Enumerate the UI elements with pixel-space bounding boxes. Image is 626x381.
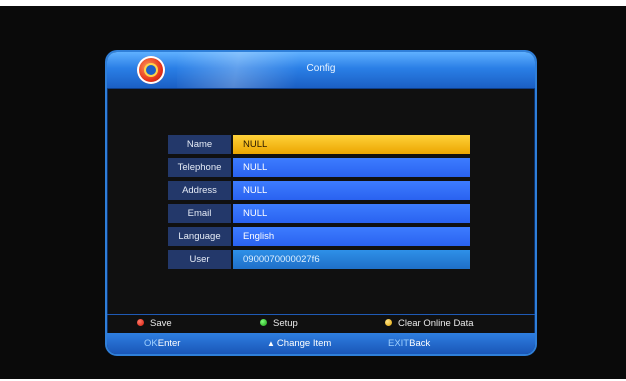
field-label: Name [168, 135, 231, 154]
dialog-title: Config [306, 63, 336, 74]
back-action: Back [409, 338, 431, 349]
field-label: Address [168, 181, 231, 200]
clear-online-data-button[interactable]: Clear Online Data [385, 317, 474, 331]
field-row-telephone[interactable]: Telephone NULL [168, 158, 470, 177]
setup-label: Setup [273, 318, 298, 329]
config-dialog: Config Name NULL Telephone NULL Address … [105, 50, 537, 356]
save-label: Save [150, 318, 172, 329]
field-row-language[interactable]: Language English [168, 227, 470, 246]
up-down-arrow-icon: ▲︎ [267, 339, 275, 348]
red-dot-icon [137, 318, 144, 326]
exit-back-hint: EXITBack [388, 337, 430, 350]
language-select[interactable]: English [233, 227, 470, 246]
address-field[interactable]: NULL [233, 181, 470, 200]
ok-enter-hint: OKEnter [144, 337, 180, 350]
color-key-bar: Save Setup Clear Online Data [107, 314, 535, 333]
save-button[interactable]: Save [137, 317, 172, 331]
tv-screen: Config Name NULL Telephone NULL Address … [0, 6, 626, 379]
clear-online-data-label: Clear Online Data [398, 318, 474, 329]
telephone-field[interactable]: NULL [233, 158, 470, 177]
exit-key: EXIT [388, 338, 410, 349]
field-row-user: User 0900070000027f6 [168, 250, 470, 269]
key-hint-bar: OKEnter ▲︎ Change Item EXITBack [107, 333, 535, 354]
title-bar: Config [107, 52, 535, 89]
user-id-value: 0900070000027f6 [233, 250, 470, 269]
name-field[interactable]: NULL [233, 135, 470, 154]
field-row-address[interactable]: Address NULL [168, 181, 470, 200]
green-dot-icon [260, 318, 267, 326]
field-label: Language [168, 227, 231, 246]
field-label: Telephone [168, 158, 231, 177]
field-label: User [168, 250, 231, 269]
enter-action: Enter [157, 338, 181, 349]
field-row-name[interactable]: Name NULL [168, 135, 470, 154]
config-form: Name NULL Telephone NULL Address NULL Em… [168, 135, 470, 273]
change-item-hint: ▲︎ Change Item [267, 337, 331, 350]
change-item-action: Change Item [276, 338, 332, 349]
ok-key: OK [144, 338, 158, 349]
email-field[interactable]: NULL [233, 204, 470, 223]
field-row-email[interactable]: Email NULL [168, 204, 470, 223]
field-label: Email [168, 204, 231, 223]
setup-button[interactable]: Setup [260, 317, 298, 331]
yellow-dot-icon [385, 318, 392, 326]
